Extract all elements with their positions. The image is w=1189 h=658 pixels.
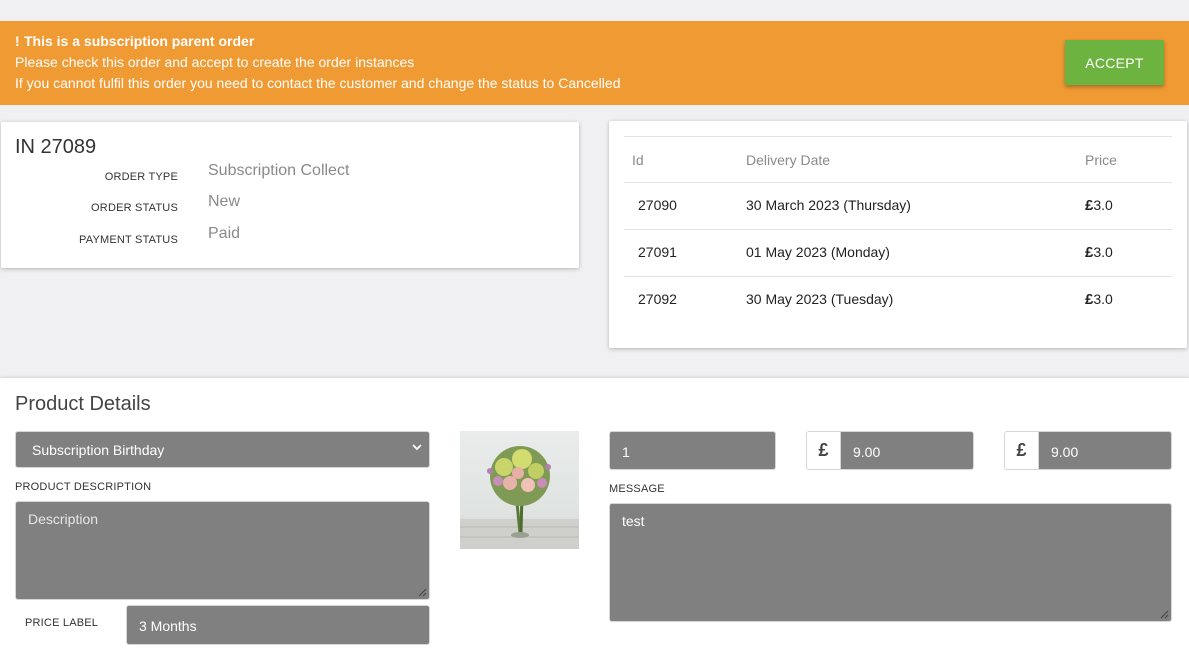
product-select-value: Subscription Birthday bbox=[32, 442, 165, 458]
table-top-border bbox=[624, 136, 1172, 137]
row-price-value: 3.0 bbox=[1093, 197, 1113, 213]
row-delivery-date: 30 May 2023 (Tuesday) bbox=[746, 291, 894, 307]
order-status-value: New bbox=[208, 193, 241, 210]
row-delivery-date: 30 March 2023 (Thursday) bbox=[746, 197, 911, 213]
order-status-label: ORDER STATUS bbox=[91, 202, 178, 214]
message-value: test bbox=[622, 513, 645, 529]
row-price: £3.0 bbox=[1085, 244, 1113, 261]
pound-icon: £ bbox=[1004, 431, 1039, 470]
row-price-value: 3.0 bbox=[1093, 291, 1113, 307]
row-divider bbox=[624, 182, 1172, 183]
order-instances-table: Id Delivery Date Price 27090 30 March 20… bbox=[609, 121, 1187, 348]
order-type-label: ORDER TYPE bbox=[104, 171, 178, 183]
chevron-down-icon bbox=[412, 444, 422, 451]
payment-status-label: PAYMENT STATUS bbox=[79, 234, 178, 246]
product-details-title: Product Details bbox=[15, 393, 151, 415]
quantity-input[interactable]: 1 bbox=[609, 431, 776, 470]
order-number: IN 27089 bbox=[15, 136, 97, 158]
column-header-price: Price bbox=[1085, 152, 1117, 168]
unit-price-input[interactable]: 9.00 bbox=[841, 431, 974, 470]
exclamation-icon: ! bbox=[15, 33, 20, 49]
subscription-banner: ! This is a subscription parent order Ple… bbox=[0, 21, 1189, 105]
product-select[interactable]: Subscription Birthday bbox=[15, 431, 430, 468]
order-info-card: IN 27089 ORDER TYPE Subscription Collect… bbox=[1, 122, 579, 268]
row-id: 27091 bbox=[638, 244, 677, 260]
resize-handle-icon[interactable] bbox=[1160, 610, 1169, 619]
message-input[interactable]: test bbox=[609, 503, 1172, 622]
row-delivery-date: 01 May 2023 (Monday) bbox=[746, 244, 890, 260]
banner-title-text: This is a subscription parent order bbox=[24, 33, 255, 49]
product-description-input[interactable]: Description bbox=[15, 501, 430, 600]
row-price-value: 3.0 bbox=[1093, 244, 1113, 260]
payment-status-value: Paid bbox=[208, 225, 241, 242]
accept-button[interactable]: ACCEPT bbox=[1065, 40, 1164, 85]
row-price: £3.0 bbox=[1085, 197, 1113, 214]
column-header-id: Id bbox=[632, 152, 644, 168]
pound-icon: £ bbox=[806, 431, 841, 470]
description-placeholder: Description bbox=[28, 511, 99, 527]
banner-title: ! This is a subscription parent order bbox=[15, 33, 254, 49]
unit-price-group: £ 9.00 bbox=[806, 431, 974, 470]
banner-line-1: Please check this order and accept to cr… bbox=[15, 54, 415, 70]
product-description-label: PRODUCT DESCRIPTION bbox=[15, 481, 152, 493]
total-price-group: £ 9.00 bbox=[1004, 431, 1172, 470]
price-label-label: PRICE LABEL bbox=[25, 617, 99, 629]
row-price: £3.0 bbox=[1085, 291, 1113, 308]
resize-handle-icon[interactable] bbox=[418, 588, 427, 597]
row-id: 27092 bbox=[638, 291, 677, 307]
total-price-input[interactable]: 9.00 bbox=[1039, 431, 1172, 470]
row-divider bbox=[624, 276, 1172, 277]
column-header-delivery-date: Delivery Date bbox=[746, 152, 831, 168]
product-image bbox=[460, 431, 579, 549]
row-id: 27090 bbox=[638, 197, 677, 213]
price-label-input[interactable]: 3 Months bbox=[126, 605, 430, 645]
row-divider bbox=[624, 229, 1172, 230]
message-label: MESSAGE bbox=[609, 483, 665, 495]
banner-line-2: If you cannot fulfil this order you need… bbox=[15, 75, 621, 91]
order-type-value: Subscription Collect bbox=[208, 162, 350, 179]
product-details-card: Product Details Subscription Birthday PR… bbox=[0, 378, 1189, 658]
